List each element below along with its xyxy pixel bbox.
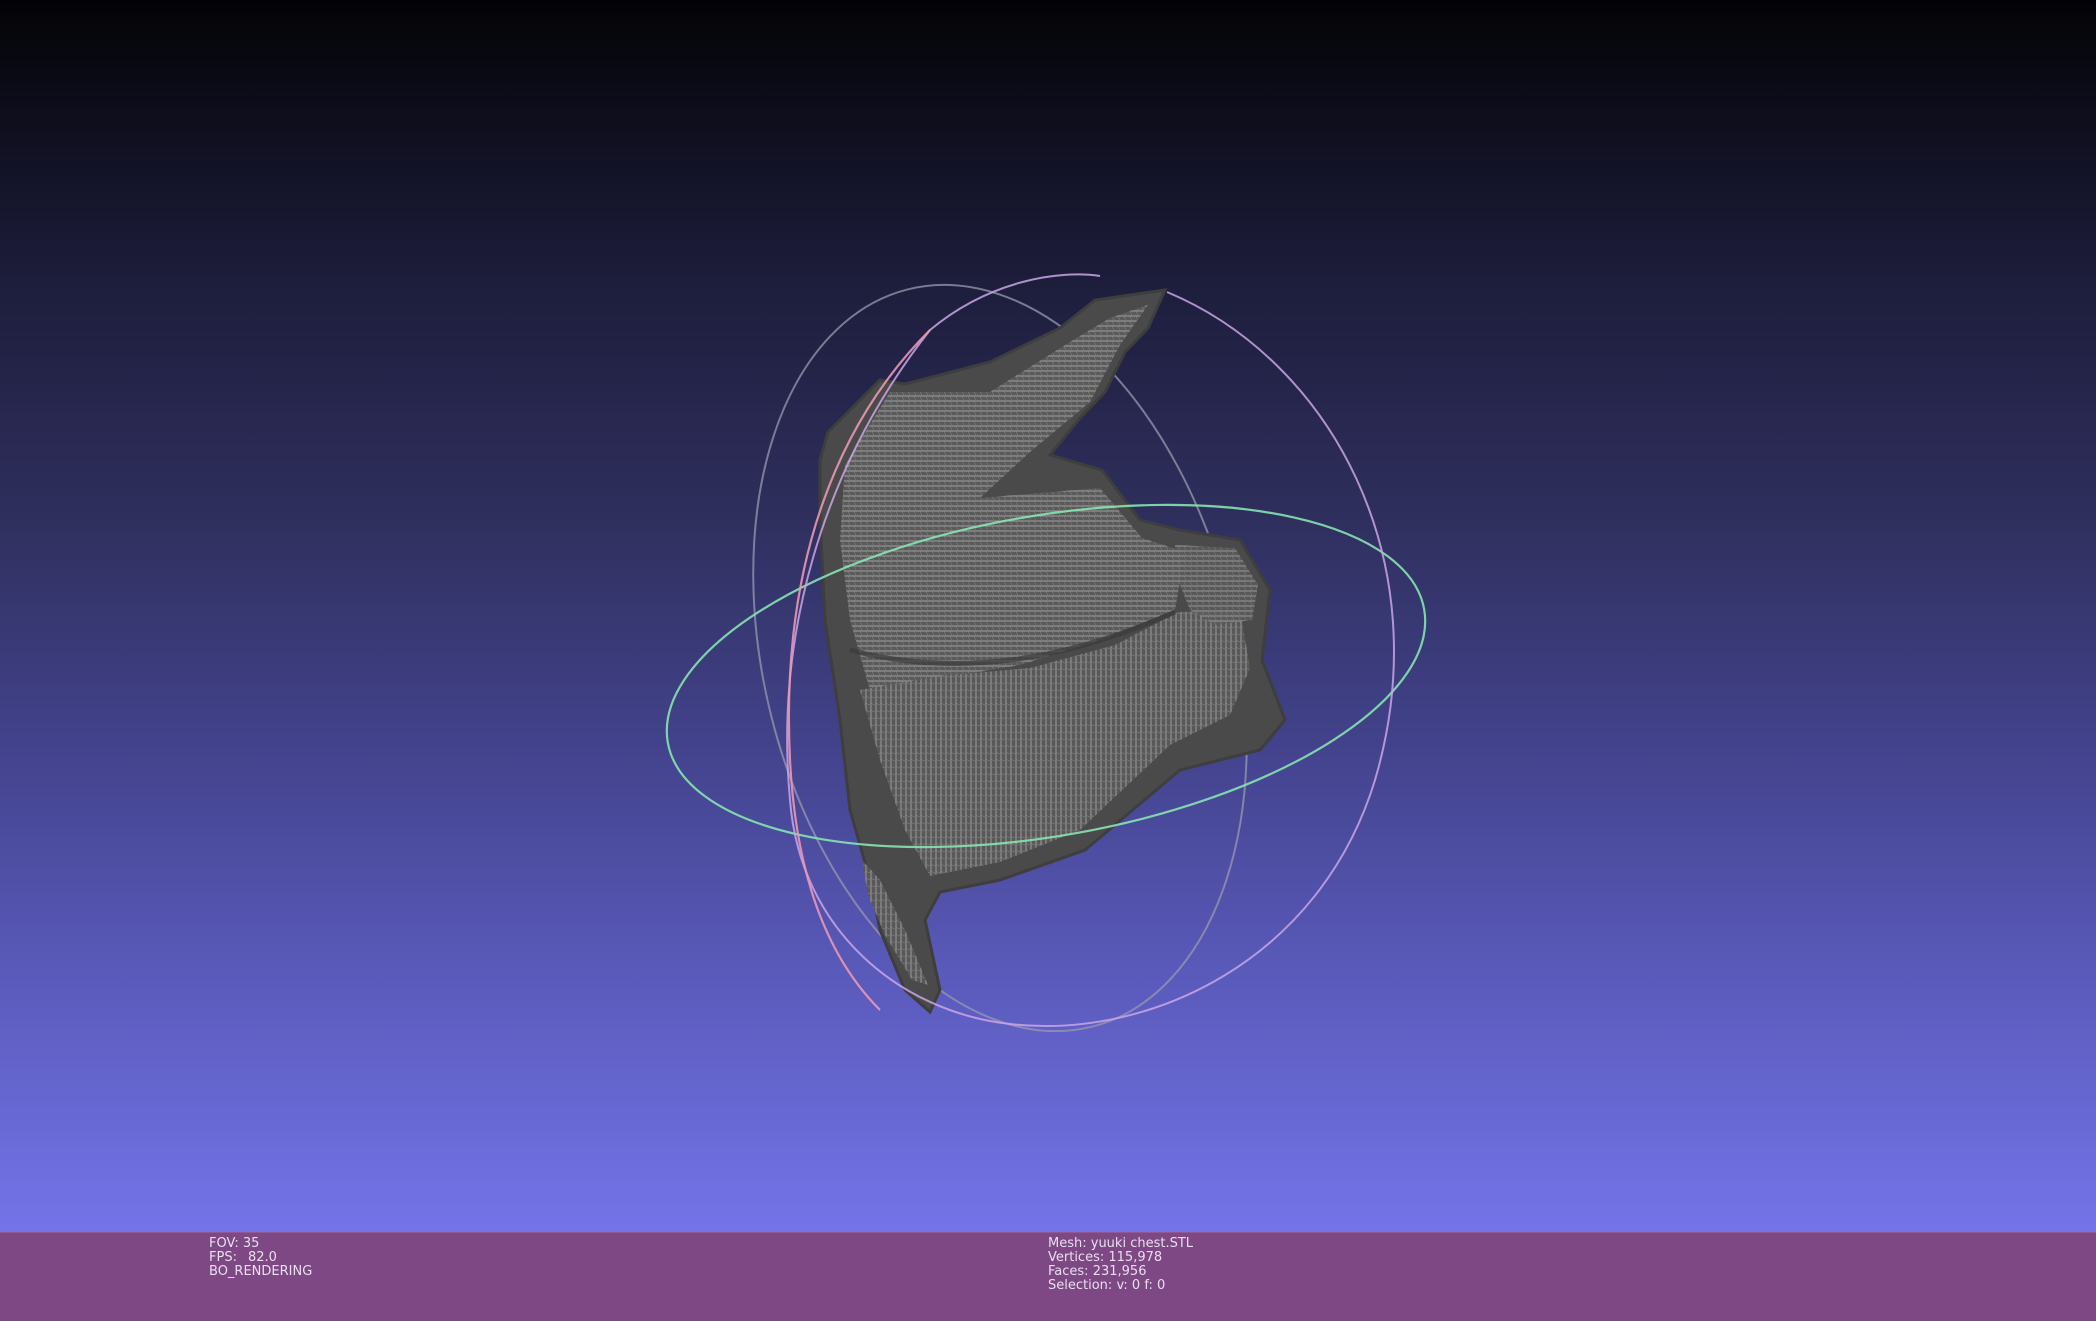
- mesh-model[interactable]: [818, 288, 1287, 1015]
- 3d-viewport[interactable]: [0, 0, 2096, 1232]
- mesh-name: Mesh: yuuki chest.STL: [1048, 1236, 1194, 1251]
- fov-readout: FOV: 35: [209, 1236, 260, 1251]
- fps-readout: FPS: 82.0: [209, 1250, 277, 1265]
- face-count: Faces: 231,956: [1048, 1264, 1147, 1279]
- mesh-info: Mesh: yuuki chest.STL Vertices: 115,978 …: [1048, 1237, 1193, 1293]
- scene-canvas[interactable]: [0, 0, 2096, 1232]
- status-bar: FOV: 35 FPS: 82.0 BO_RENDERING Mesh: yuuk…: [0, 1232, 2096, 1321]
- selection-count: Selection: v: 0 f: 0: [1048, 1278, 1166, 1293]
- render-info: FOV: 35 FPS: 82.0 BO_RENDERING: [209, 1237, 312, 1279]
- render-mode: BO_RENDERING: [209, 1264, 313, 1279]
- vertex-count: Vertices: 115,978: [1048, 1250, 1163, 1265]
